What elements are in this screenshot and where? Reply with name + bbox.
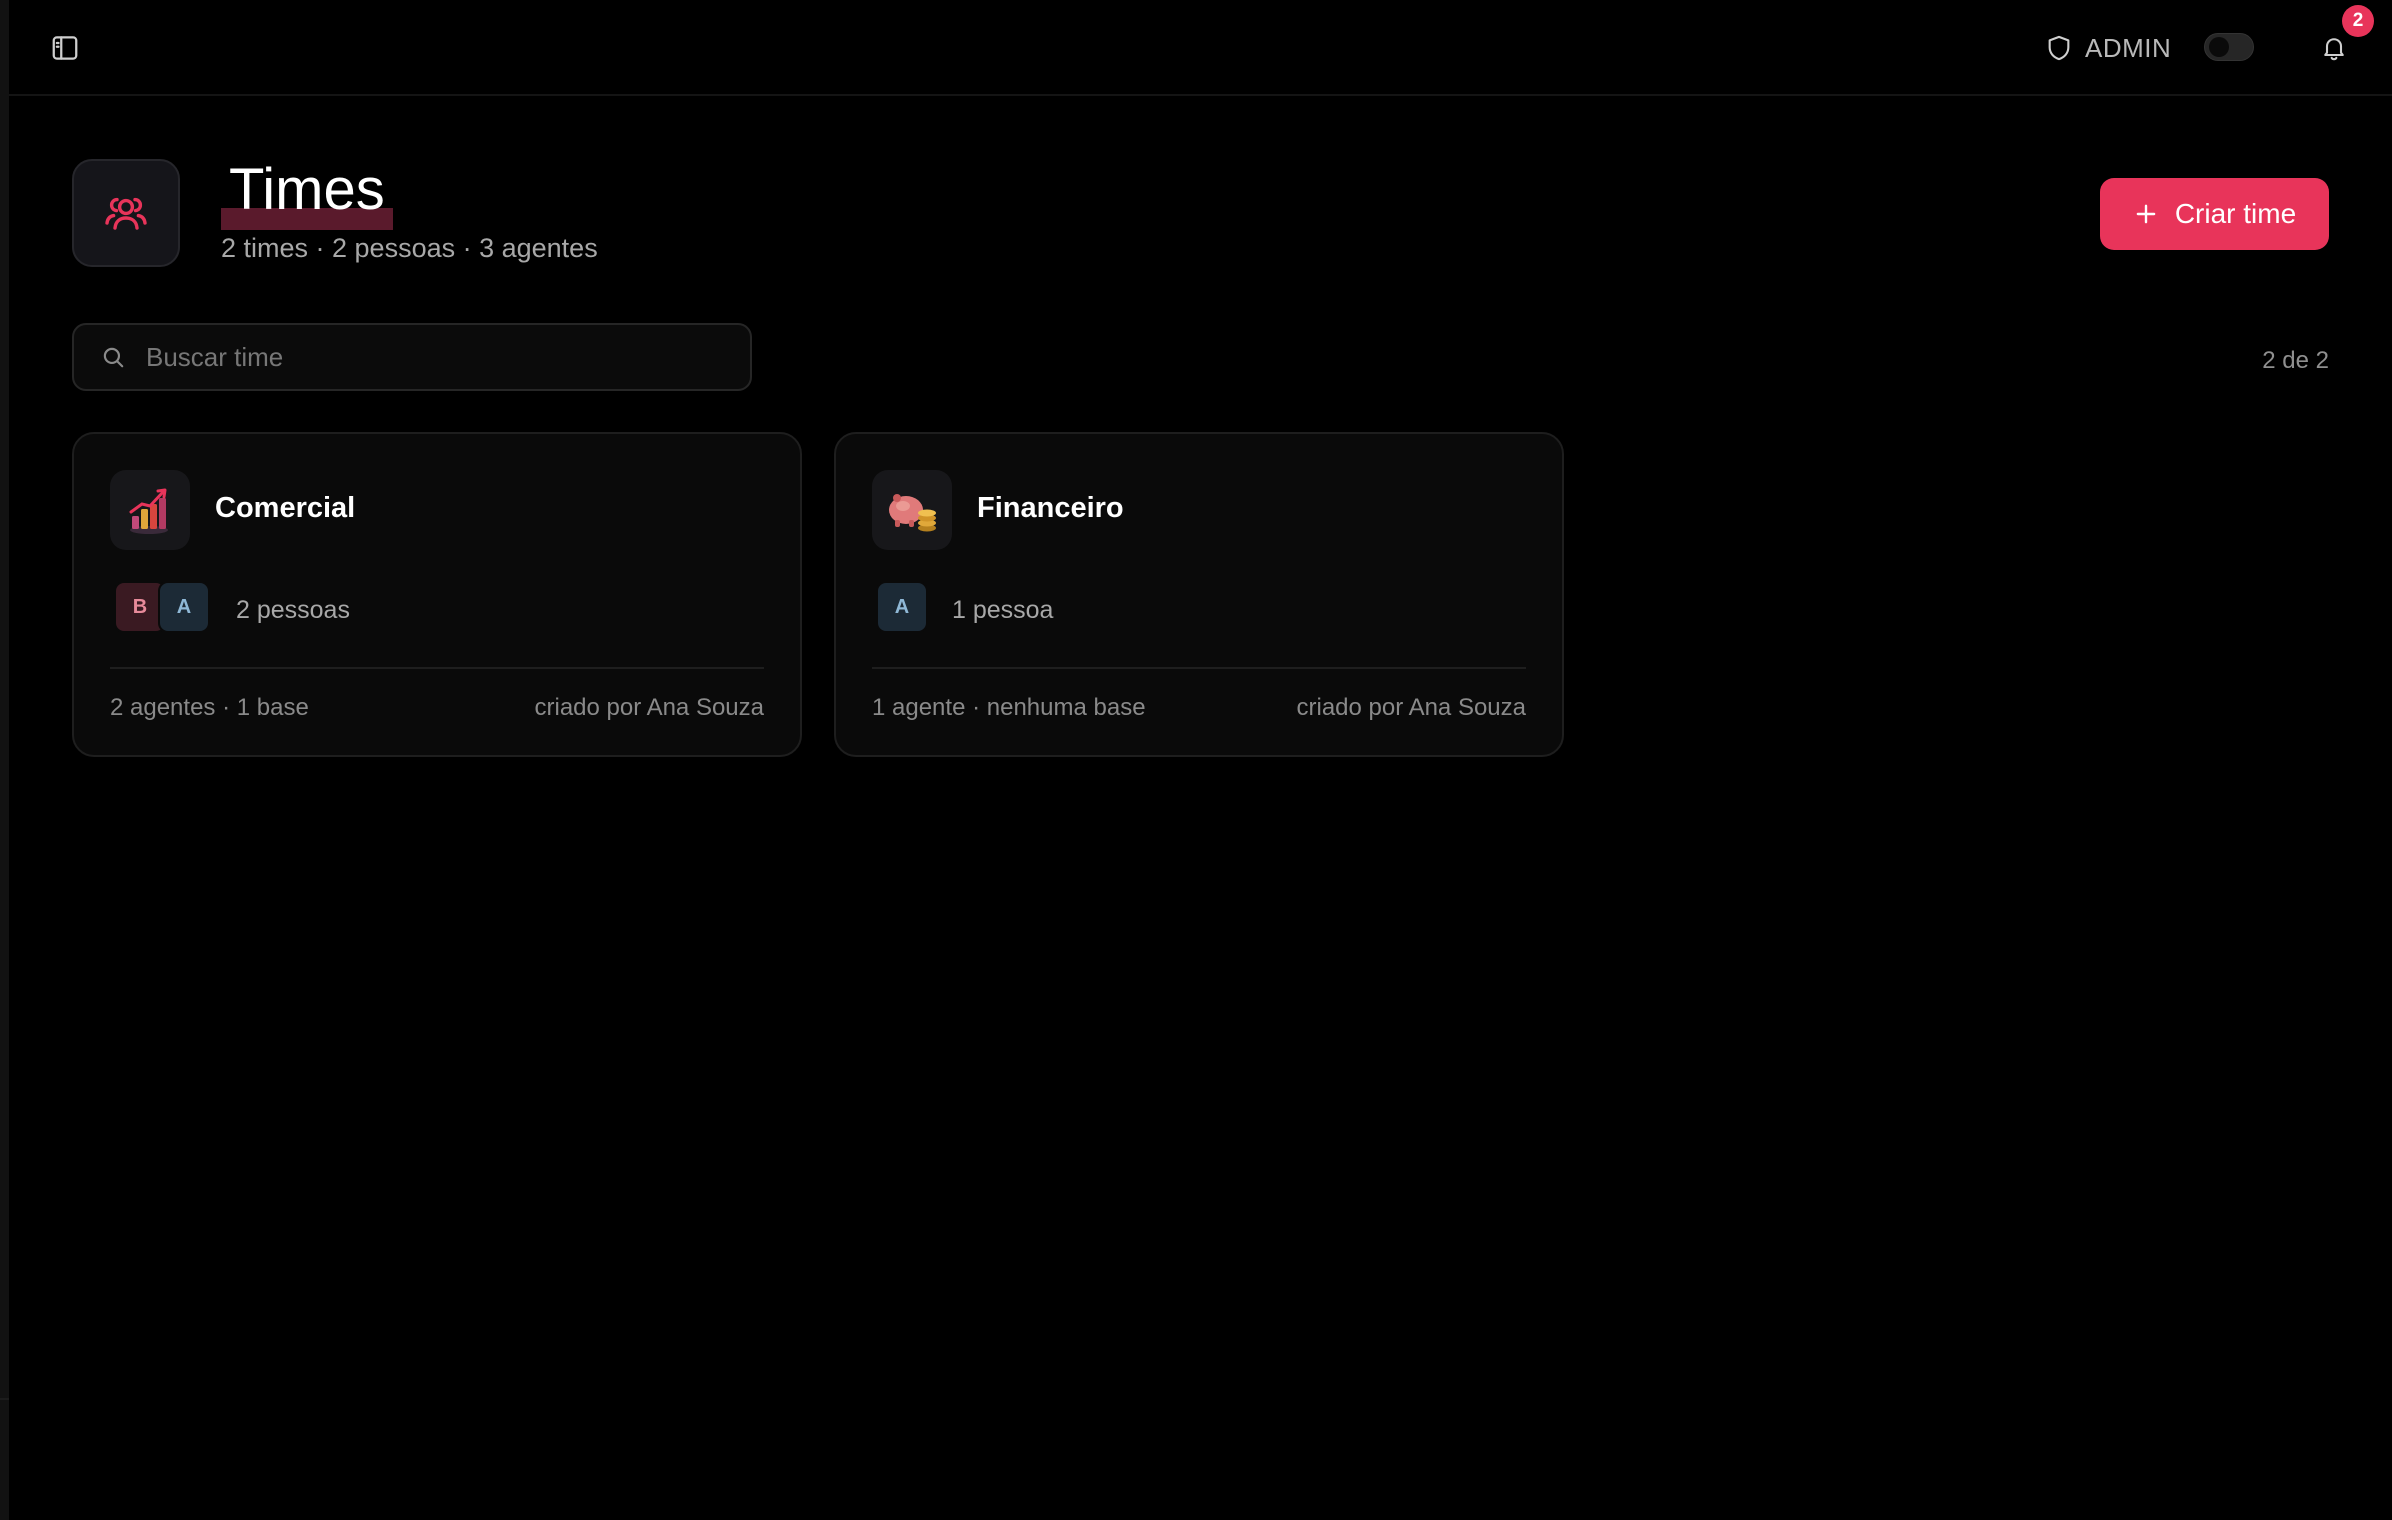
- search-box: [72, 323, 752, 391]
- team-author: criado por Ana Souza: [534, 694, 765, 721]
- team-name: Financeiro: [977, 492, 1124, 524]
- team-card-comercial[interactable]: Comercial B A 2 pessoas 2 agentes · 1 ba…: [72, 432, 802, 757]
- search-input[interactable]: [144, 340, 708, 374]
- team-people-count: 2 pessoas: [236, 596, 350, 624]
- plus-icon: [2136, 204, 2156, 224]
- team-icon: [110, 470, 190, 550]
- main-area: ADMIN 2 Times 2 times · 2 pessoas · 3 ag…: [9, 0, 2392, 1520]
- role-indicator: ADMIN: [2045, 28, 2171, 68]
- toggle-knob: [2209, 37, 2229, 57]
- search-icon: [103, 347, 124, 368]
- member-avatars: B A: [114, 581, 210, 633]
- rail-notch: [0, 1398, 9, 1400]
- top-bar: ADMIN 2: [9, 0, 2392, 96]
- sidebar-toggle-button[interactable]: [46, 29, 84, 67]
- page-subtitle: 2 times · 2 pessoas · 3 agentes: [221, 233, 598, 263]
- shield-icon: [2048, 35, 2070, 61]
- piggy-bank-coins-icon: [889, 494, 936, 532]
- users-icon: [105, 197, 147, 230]
- avatar[interactable]: A: [876, 581, 928, 633]
- card-divider: [872, 667, 1526, 669]
- team-icon: [872, 470, 952, 550]
- page-title: Times: [221, 150, 393, 230]
- create-team-button[interactable]: Criar time: [2100, 178, 2329, 250]
- create-team-label: Criar time: [2174, 198, 2297, 229]
- role-label: ADMIN: [2085, 32, 2172, 63]
- member-avatars: A: [876, 581, 928, 633]
- notification-badge: 2: [2342, 5, 2374, 37]
- bar-chart-growth-icon: [129, 488, 168, 534]
- card-divider: [110, 667, 764, 669]
- team-meta: 2 agentes · 1 base: [110, 694, 309, 721]
- page-icon: [72, 159, 180, 267]
- team-meta: 1 agente · nenhuma base: [872, 694, 1146, 721]
- team-author: criado por Ana Souza: [1296, 694, 1527, 721]
- team-people-count: 1 pessoa: [952, 596, 1054, 624]
- bell-icon: [2324, 38, 2344, 61]
- theme-toggle[interactable]: [2204, 33, 2254, 61]
- team-name: Comercial: [215, 492, 356, 524]
- team-card-financeiro[interactable]: Financeiro A 1 pessoa 1 agente · nenhuma…: [834, 432, 1564, 757]
- avatar[interactable]: A: [158, 581, 210, 633]
- left-rail: [0, 0, 9, 1520]
- sidebar-panel-icon: [52, 36, 78, 60]
- results-count: 2 de 2: [2262, 347, 2329, 374]
